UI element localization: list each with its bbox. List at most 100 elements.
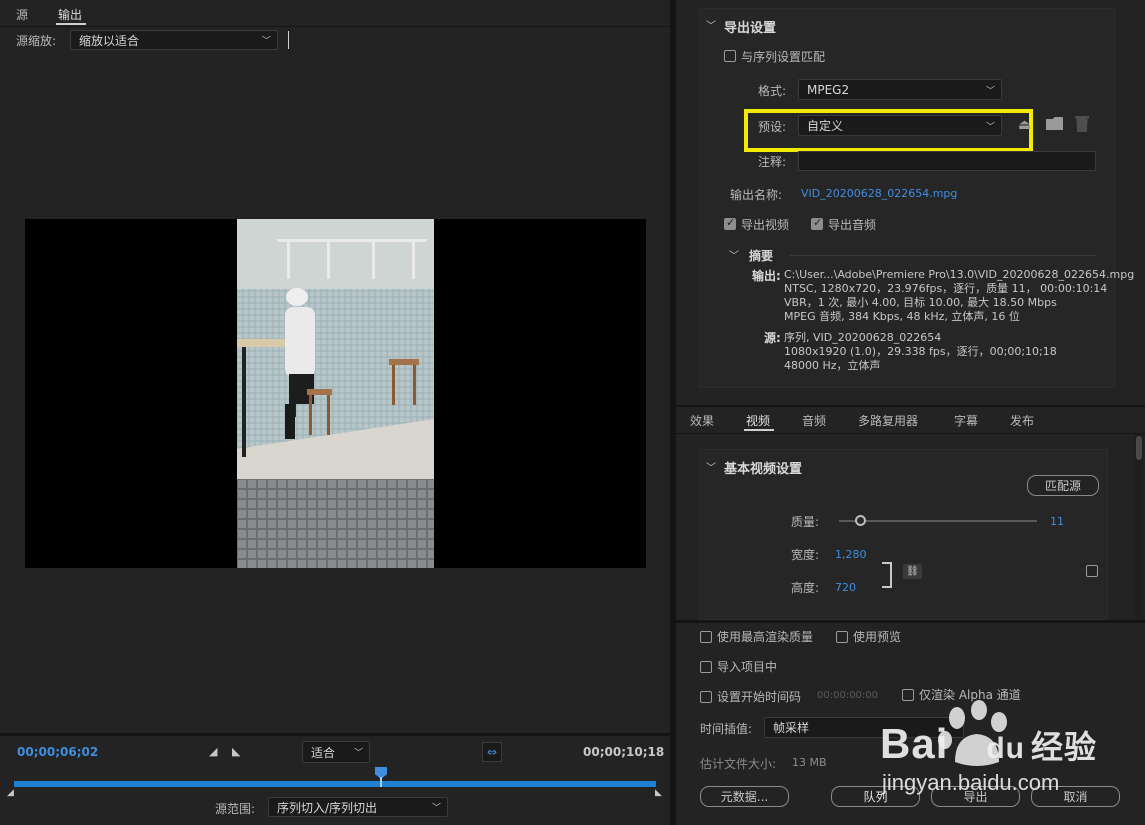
- divider: [0, 26, 670, 27]
- mark-out-icon[interactable]: ◣: [232, 745, 240, 758]
- max-render-label: 使用最高渲染质量: [717, 630, 814, 644]
- tab-multiplexer[interactable]: 多路复用器: [858, 412, 918, 429]
- height-label: 高度:: [791, 581, 820, 595]
- summary-output-line: VBR，1 次, 最小 4.00, 目标 10.00, 最大 18.50 Mbp…: [784, 296, 1057, 309]
- preset-dropdown[interactable]: 自定义 ﹀: [798, 115, 1002, 136]
- quality-value[interactable]: 11: [1050, 515, 1064, 528]
- summary-collapse-icon[interactable]: ﹀: [729, 247, 739, 262]
- tab-captions[interactable]: 字幕: [954, 412, 978, 429]
- summary-output-line: NTSC, 1280x720，23.976fps，逐行，质量 11， 00:00…: [784, 282, 1108, 295]
- notes-label: 注释:: [758, 155, 787, 169]
- tab-output-underline: [56, 23, 86, 25]
- format-value: MPEG2: [807, 82, 850, 97]
- source-scale-label: 源缩放:: [16, 34, 57, 48]
- baidu-watermark: Bai du 经验: [880, 720, 1097, 768]
- width-label: 宽度:: [791, 548, 820, 562]
- use-preview-label: 使用预览: [853, 630, 902, 644]
- start-tc-value[interactable]: 00:00:00:00: [817, 690, 878, 701]
- summary-output-line: C:\User...\Adobe\Premiere Pro\13.0\VID_2…: [784, 268, 1135, 281]
- tab-video[interactable]: 视频: [746, 412, 770, 429]
- divider: [790, 255, 1096, 256]
- playhead-line: [380, 777, 382, 787]
- divider: [0, 733, 670, 736]
- est-size-label: 估计文件大小:: [700, 757, 777, 771]
- collapse-icon[interactable]: ﹀: [706, 459, 716, 474]
- fit-dropdown[interactable]: 适合 ﹀: [302, 741, 370, 763]
- preset-value: 自定义: [807, 119, 844, 133]
- tab-video-underline: [744, 429, 774, 431]
- delete-preset-icon[interactable]: [1075, 116, 1089, 132]
- quality-label: 质量:: [791, 515, 820, 529]
- tab-source[interactable]: 源: [16, 6, 28, 23]
- metadata-button[interactable]: 元数据...: [700, 786, 789, 807]
- in-point-icon[interactable]: ◢: [7, 788, 14, 798]
- watermark-brand: Bai: [880, 720, 949, 767]
- est-size-value: 13 MB: [792, 756, 827, 769]
- export-audio-label: 导出音频: [828, 218, 877, 232]
- divider: [288, 31, 289, 49]
- source-range-value: 序列切入/序列切出: [277, 800, 378, 815]
- set-start-tc-checkbox[interactable]: [700, 691, 712, 703]
- source-scale-dropdown[interactable]: 缩放以适合 ﹀: [70, 30, 278, 50]
- timeline-track[interactable]: [14, 781, 656, 787]
- time-interp-label: 时间插值:: [700, 722, 753, 736]
- summary-source-line: 1080x1920 (1.0)，29.338 fps，逐行，00;00;10;1…: [784, 345, 1057, 358]
- link-bracket: [882, 562, 892, 588]
- import-project-label: 导入项目中: [717, 660, 778, 674]
- source-scale-value: 缩放以适合: [79, 33, 140, 48]
- tab-output[interactable]: 输出: [58, 6, 82, 23]
- watermark-brand2: du: [986, 732, 1026, 765]
- chevron-down-icon: ﹀: [261, 36, 271, 47]
- alpha-only-checkbox[interactable]: [902, 689, 914, 701]
- chevron-down-icon: ﹀: [431, 803, 441, 814]
- collapse-icon[interactable]: ﹀: [706, 17, 716, 32]
- output-name-link[interactable]: VID_20200628_022654.mpg: [801, 187, 957, 200]
- watermark-brand3: 经验: [1031, 729, 1098, 765]
- notes-input[interactable]: [798, 151, 1096, 171]
- height-value[interactable]: 720: [835, 581, 856, 594]
- scrollbar-thumb[interactable]: [1136, 436, 1142, 460]
- mark-in-icon[interactable]: ◢: [209, 745, 217, 758]
- aspect-icon[interactable]: ⇔: [482, 742, 502, 762]
- width-value[interactable]: 1,280: [835, 548, 867, 561]
- export-audio-checkbox[interactable]: [811, 216, 823, 230]
- use-preview-checkbox[interactable]: [836, 631, 848, 643]
- summary-output-label: 输出:: [752, 269, 781, 283]
- source-range-label: 源范围:: [215, 802, 256, 816]
- override-checkbox[interactable]: [1086, 565, 1098, 577]
- tab-publish[interactable]: 发布: [1010, 412, 1034, 429]
- current-time[interactable]: 00;00;06;02: [17, 745, 98, 759]
- chevron-down-icon: ﹀: [353, 748, 363, 759]
- format-dropdown[interactable]: MPEG2 ﹀: [798, 79, 1002, 100]
- tab-effects[interactable]: 效果: [690, 412, 714, 429]
- out-point-icon[interactable]: ◣: [655, 788, 662, 798]
- match-source-button[interactable]: 匹配源: [1027, 475, 1099, 496]
- export-video-checkbox[interactable]: [724, 216, 736, 230]
- summary-source-line: 序列, VID_20200628_022654: [784, 331, 942, 344]
- summary-output-line: MPEG 音频, 384 Kbps, 48 kHz, 立体声, 16 位: [784, 310, 1020, 323]
- summary-source-line: 48000 Hz，立体声: [784, 359, 881, 372]
- export-video-label: 导出视频: [741, 218, 790, 232]
- chevron-down-icon: ﹀: [985, 86, 995, 96]
- preset-label: 预设:: [758, 120, 787, 134]
- match-sequence-checkbox[interactable]: [724, 50, 736, 62]
- scrollbar[interactable]: [1135, 434, 1143, 620]
- tab-audio[interactable]: 音频: [802, 412, 826, 429]
- output-name-label: 输出名称:: [730, 188, 783, 202]
- time-interp-value: 帧采样: [773, 721, 810, 735]
- fit-value: 适合: [311, 745, 336, 760]
- tab-output-label: 输出: [58, 8, 83, 22]
- match-sequence-label: 与序列设置匹配: [741, 50, 826, 64]
- save-preset-icon[interactable]: ⏏: [1018, 117, 1031, 133]
- set-start-tc-label: 设置开始时间码: [717, 690, 802, 704]
- max-render-checkbox[interactable]: [700, 631, 712, 643]
- source-range-dropdown[interactable]: 序列切入/序列切出 ﹀: [268, 797, 448, 817]
- link-icon[interactable]: ⛓: [903, 564, 922, 579]
- chevron-down-icon: ﹀: [985, 122, 995, 132]
- end-time: 00;00;10;18: [583, 745, 665, 759]
- format-label: 格式:: [758, 84, 787, 98]
- basic-video-header: 基本视频设置: [724, 462, 803, 477]
- quality-slider-track[interactable]: [839, 520, 1037, 522]
- import-project-checkbox[interactable]: [700, 661, 712, 673]
- quality-slider-handle[interactable]: [854, 515, 866, 526]
